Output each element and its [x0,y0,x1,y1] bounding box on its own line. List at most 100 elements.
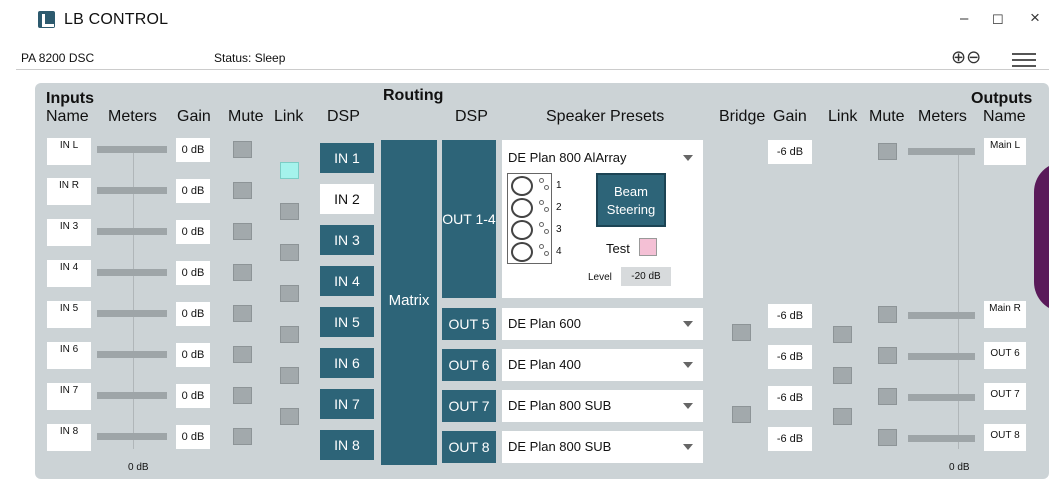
dropdown-arrow-icon [683,321,693,327]
output-link-6-7[interactable] [833,367,852,384]
minimize-button[interactable]: – [960,10,968,27]
input-dsp-1[interactable]: IN 1 [320,143,374,173]
input-meter-1 [97,146,167,153]
output-link-7-8[interactable] [833,408,852,425]
mute-header: Mute [228,108,264,125]
output-gain-5[interactable]: -6 dB [768,304,812,328]
output-name-5[interactable]: Main R [984,301,1026,328]
input-link-8[interactable] [280,408,299,425]
output-name-8[interactable]: OUT 8 [984,424,1026,451]
name-out-header: Name [983,108,1026,125]
input-gain-2[interactable]: 0 dB [176,179,210,203]
input-mute-2[interactable] [233,182,252,199]
output-mute-6[interactable] [878,347,897,364]
input-name-8[interactable]: IN 8 [47,424,91,451]
input-dsp-5[interactable]: IN 5 [320,307,374,337]
input-meter-8 [97,433,167,440]
input-gain-1[interactable]: 0 dB [176,138,210,162]
input-gain-8[interactable]: 0 dB [176,425,210,449]
output-gain-6[interactable]: -6 dB [768,345,812,369]
input-dsp-3[interactable]: IN 3 [320,225,374,255]
output-mute-1-4[interactable] [878,143,897,160]
output-meter-7 [908,394,975,401]
preset-select-1-4[interactable]: DE Plan 800 AlArray [508,150,627,165]
dropdown-arrow-icon[interactable] [683,155,693,161]
test-toggle[interactable] [639,238,657,256]
input-dsp-6[interactable]: IN 6 [320,348,374,378]
input-mute-8[interactable] [233,428,252,445]
routing-matrix-button[interactable]: Matrix [381,140,437,465]
input-mute-7[interactable] [233,387,252,404]
hamburger-menu-icon[interactable] [1012,53,1036,67]
input-meter-scale: 0 dB [128,462,149,473]
output-dsp-8[interactable]: OUT 8 [442,431,496,463]
bridge-toggle-7-8[interactable] [732,406,751,423]
input-mute-5[interactable] [233,305,252,322]
meters-header: Meters [108,108,157,125]
output-mute-7[interactable] [878,388,897,405]
output-link-5-6[interactable] [833,326,852,343]
output-mute-8[interactable] [878,429,897,446]
input-name-3[interactable]: IN 3 [47,219,91,246]
input-mute-4[interactable] [233,264,252,281]
input-gain-4[interactable]: 0 dB [176,261,210,285]
dsp-out-header: DSP [455,108,488,125]
output-dsp-7[interactable]: OUT 7 [442,390,496,422]
input-mute-1[interactable] [233,141,252,158]
input-dsp-2[interactable]: IN 2 [320,184,374,214]
output-name-7[interactable]: OUT 7 [984,383,1026,410]
output-dsp-5[interactable]: OUT 5 [442,308,496,340]
line-array-speaker-icon [507,173,552,264]
input-name-4[interactable]: IN 4 [47,260,91,287]
input-name-6[interactable]: IN 6 [47,342,91,369]
maximize-button[interactable]: ☐ [992,12,1004,28]
input-dsp-4[interactable]: IN 4 [320,266,374,296]
input-link-6[interactable] [280,326,299,343]
name-header: Name [46,108,89,125]
output-mute-5[interactable] [878,306,897,323]
output-dsp-6[interactable]: OUT 6 [442,349,496,381]
input-link-5[interactable] [280,285,299,302]
output-name-1-4[interactable]: Main L [984,138,1026,165]
preset-select-8[interactable]: DE Plan 800 SUB [502,431,703,463]
speaker-number-4: 4 [556,246,562,257]
device-bar: PA 8200 DSC Status: Sleep ⊕⊖ [0,44,1049,72]
speaker-number-2: 2 [556,202,562,213]
output-gain-7[interactable]: -6 dB [768,386,812,410]
input-dsp-8[interactable]: IN 8 [320,430,374,460]
input-mute-6[interactable] [233,346,252,363]
output-gain-1-4[interactable]: -6 dB [768,140,812,164]
preset-select-5[interactable]: DE Plan 600 [502,308,703,340]
input-link-4[interactable] [280,244,299,261]
gain-header: Gain [177,108,211,125]
input-dsp-7[interactable]: IN 7 [320,389,374,419]
output-dsp-1-4[interactable]: OUT 1-4 [442,140,496,298]
beam-steering-button[interactable]: Beam Steering [596,173,666,227]
output-meter-scale: 0 dB [949,462,970,473]
bridge-toggle-5-6[interactable] [732,324,751,341]
input-mute-3[interactable] [233,223,252,240]
input-name-1[interactable]: IN L [47,138,91,165]
preset-select-6[interactable]: DE Plan 400 [502,349,703,381]
output-name-6[interactable]: OUT 6 [984,342,1026,369]
input-name-2[interactable]: IN R [47,178,91,205]
divider [16,69,1049,70]
speaker-number-1: 1 [556,180,562,191]
input-name-7[interactable]: IN 7 [47,383,91,410]
link-out-header: Link [828,108,858,125]
level-value[interactable]: -20 dB [621,267,671,286]
input-gain-3[interactable]: 0 dB [176,220,210,244]
meters-out-header: Meters [918,108,967,125]
input-gain-7[interactable]: 0 dB [176,384,210,408]
input-link-3[interactable] [280,203,299,220]
zoom-in-out-icon[interactable]: ⊕⊖ [951,47,981,68]
device-model: PA 8200 DSC [21,51,95,65]
close-button[interactable]: × [1030,8,1040,28]
preset-select-7[interactable]: DE Plan 800 SUB [502,390,703,422]
input-link-7[interactable] [280,367,299,384]
input-gain-6[interactable]: 0 dB [176,343,210,367]
output-gain-8[interactable]: -6 dB [768,427,812,451]
input-link-1-2[interactable] [280,162,299,179]
input-name-5[interactable]: IN 5 [47,301,91,328]
input-gain-5[interactable]: 0 dB [176,302,210,326]
